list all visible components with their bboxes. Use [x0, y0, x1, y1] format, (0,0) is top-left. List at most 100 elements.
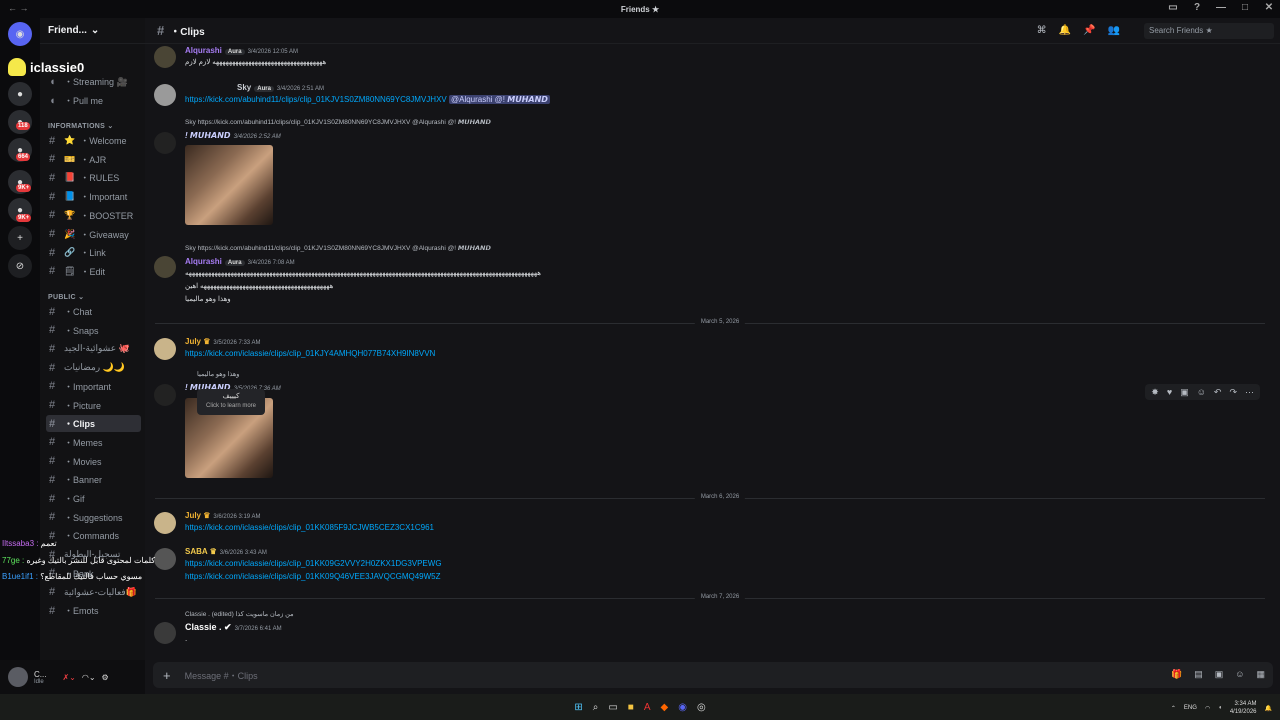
- home-icon[interactable]: ◉: [8, 22, 32, 46]
- message-author[interactable]: July ♛ 3/5/2026 7:33 AM: [185, 337, 260, 346]
- heart-icon[interactable]: ♥: [1167, 387, 1172, 397]
- message-author[interactable]: ! 𝙈𝙐𝙃𝘼𝙉𝘿 3/4/2026 2:52 AM: [185, 131, 281, 140]
- channel-item[interactable]: # 🎫 ・AJR: [46, 151, 141, 168]
- message-link[interactable]: https://kick.com/abuhind11/clips/clip_01…: [185, 95, 550, 104]
- reply-preview[interactable]: وهذا وهو ماليميا: [197, 370, 239, 378]
- reply-preview[interactable]: Classie . (edited) من زمان ماسويت كذا: [185, 610, 294, 618]
- avatar[interactable]: [154, 622, 176, 644]
- channel-item[interactable]: # عشوائية-الجيد 🐙: [46, 340, 141, 357]
- channel-item[interactable]: # 🎉 ・Giveaway: [46, 226, 141, 243]
- emoji-icon[interactable]: ☺: [1197, 387, 1206, 397]
- sticker-icon[interactable]: ▣: [1215, 669, 1224, 680]
- channel-item[interactable]: # ・Snaps: [46, 322, 141, 339]
- channel-item[interactable]: # ・Important: [46, 378, 141, 395]
- message-link[interactable]: https://kick.com/iclassie/clips/clip_01K…: [185, 523, 434, 532]
- avatar[interactable]: [154, 384, 176, 406]
- message-author[interactable]: July ♛ 3/6/2026 3:19 AM: [185, 511, 260, 520]
- tray-up-icon[interactable]: ⌃: [1171, 705, 1176, 712]
- channel-item[interactable]: # رمضانيات 🌙🌙: [46, 359, 141, 376]
- gif-image[interactable]: [185, 145, 273, 225]
- back-forward-icons[interactable]: ← →: [8, 3, 29, 13]
- channel-item[interactable]: # ・Movies: [46, 453, 141, 470]
- search-icon[interactable]: ⌕: [593, 702, 599, 713]
- channel-item[interactable]: # ・Suggestions: [46, 509, 141, 526]
- inbox-icon[interactable]: ▭: [1168, 2, 1178, 13]
- message-feed[interactable]: Alqurashi Aura 3/4/2026 12:05 AM ههههههههه…: [145, 44, 1280, 656]
- pin-icon[interactable]: 📌: [1083, 25, 1095, 36]
- folder-icon[interactable]: ■: [628, 702, 634, 713]
- message-author[interactable]: Alqurashi Aura 3/4/2026 7:08 AM: [185, 257, 295, 266]
- category-informations[interactable]: INFORMATIONS ⌄: [48, 122, 114, 130]
- channel-item[interactable]: # ・Gif: [46, 490, 141, 507]
- help-icon[interactable]: ?: [1192, 2, 1202, 13]
- notification-icon[interactable]: 🔔: [1265, 705, 1272, 712]
- message-input[interactable]: Message #・Clips: [185, 669, 258, 682]
- server-icon[interactable]: ●: [8, 82, 32, 106]
- message-link[interactable]: https://kick.com/iclassie/clips/clip_01K…: [185, 349, 435, 358]
- browser-icon[interactable]: ◆: [661, 702, 669, 713]
- server-header[interactable]: Friend... ⌄: [40, 18, 145, 44]
- avatar[interactable]: [154, 46, 176, 68]
- avatar[interactable]: [154, 84, 176, 106]
- avatar[interactable]: [154, 132, 176, 154]
- channel-item[interactable]: # ・Chat: [46, 303, 141, 320]
- channel-item[interactable]: # 🏆 ・BOOSTER: [46, 207, 141, 224]
- sticker-icon[interactable]: ▣: [1180, 387, 1189, 398]
- reaction-icon[interactable]: ✸: [1151, 387, 1159, 398]
- task-view-icon[interactable]: ▭: [608, 702, 617, 713]
- language-indicator[interactable]: ENG: [1184, 705, 1197, 711]
- add-server-icon[interactable]: +: [8, 226, 32, 250]
- gift-icon[interactable]: 🎁: [1171, 669, 1182, 680]
- message-author[interactable]: Alqurashi Aura 3/4/2026 12:05 AM: [185, 46, 298, 55]
- reply-preview[interactable]: Sky https://kick.com/abuhind11/clips/cli…: [185, 244, 491, 252]
- search-input[interactable]: Search Friends ★: [1144, 23, 1274, 39]
- channel-item[interactable]: # ・Commands: [46, 527, 141, 544]
- threads-icon[interactable]: ⌘: [1037, 25, 1047, 36]
- message-author[interactable]: SABA ♛ 3/6/2026 3:43 AM: [185, 547, 267, 556]
- gif-icon[interactable]: ▤: [1194, 669, 1203, 680]
- reply-preview[interactable]: Sky https://kick.com/abuhind11/clips/cli…: [185, 118, 491, 126]
- channel-pull-me[interactable]: ◖ ・Pull me: [46, 92, 141, 109]
- message-composer[interactable]: + Message #・Clips 🎁 ▤ ▣ ☺ ▦: [153, 662, 1273, 688]
- avatar[interactable]: [8, 667, 28, 687]
- channel-item[interactable]: # 📕 ・RULES: [46, 169, 141, 186]
- discord-icon[interactable]: ◉: [678, 702, 687, 713]
- apps-icon[interactable]: ▦: [1256, 669, 1265, 680]
- minimize-icon[interactable]: —: [1216, 2, 1226, 13]
- avatar[interactable]: [154, 256, 176, 278]
- emoji-icon[interactable]: ☺: [1235, 669, 1244, 680]
- forward-icon[interactable]: ↷: [1229, 387, 1237, 398]
- avatar[interactable]: [154, 338, 176, 360]
- headphones-icon[interactable]: ◠⌄: [82, 673, 96, 682]
- message-author[interactable]: Sky Aura 3/4/2026 2:51 AM: [237, 83, 324, 92]
- channel-item[interactable]: # ・Picture: [46, 397, 141, 414]
- discover-icon[interactable]: ⊘: [8, 254, 32, 278]
- maximize-icon[interactable]: □: [1240, 2, 1250, 13]
- category-public[interactable]: PUBLIC ⌄: [48, 293, 84, 301]
- avatar[interactable]: [154, 548, 176, 570]
- reply-icon[interactable]: ↶: [1214, 387, 1222, 398]
- channel-item[interactable]: # ・Clips: [46, 415, 141, 433]
- members-icon[interactable]: 👥: [1108, 25, 1120, 36]
- channel-item[interactable]: # 🔗 ・Link: [46, 244, 141, 261]
- message-author[interactable]: Classie . ✔ 3/7/2026 6:41 AM: [185, 622, 282, 633]
- close-icon[interactable]: ✕: [1264, 2, 1274, 13]
- channel-item[interactable]: # ・Memes: [46, 434, 141, 451]
- settings-icon[interactable]: ⚙: [102, 673, 109, 682]
- channel-item[interactable]: # ・Banner: [46, 471, 141, 488]
- bell-icon[interactable]: 🔔: [1059, 25, 1071, 36]
- add-attachment-icon[interactable]: +: [163, 668, 171, 683]
- message-link[interactable]: https://kick.com/iclassie/clips/clip_01K…: [185, 559, 442, 568]
- app-icon[interactable]: A: [644, 702, 651, 713]
- clock[interactable]: 3:34 AM 4/19/2026: [1230, 700, 1257, 716]
- more-icon[interactable]: ⋯: [1245, 387, 1254, 398]
- channel-item[interactable]: # فعاليات-عشوائية🎁: [46, 584, 141, 601]
- wifi-icon[interactable]: ◠: [1205, 705, 1210, 712]
- channel-item[interactable]: # 📘 ・Important: [46, 188, 141, 205]
- avatar[interactable]: [154, 512, 176, 534]
- steam-icon[interactable]: ◎: [697, 702, 706, 713]
- volume-icon[interactable]: ◖: [1218, 705, 1222, 711]
- channel-item[interactable]: # ⭐ ・Welcome: [46, 132, 141, 149]
- channel-item[interactable]: # 🗒 ・Edit: [46, 263, 141, 280]
- windows-start-icon[interactable]: ⊞: [574, 702, 582, 713]
